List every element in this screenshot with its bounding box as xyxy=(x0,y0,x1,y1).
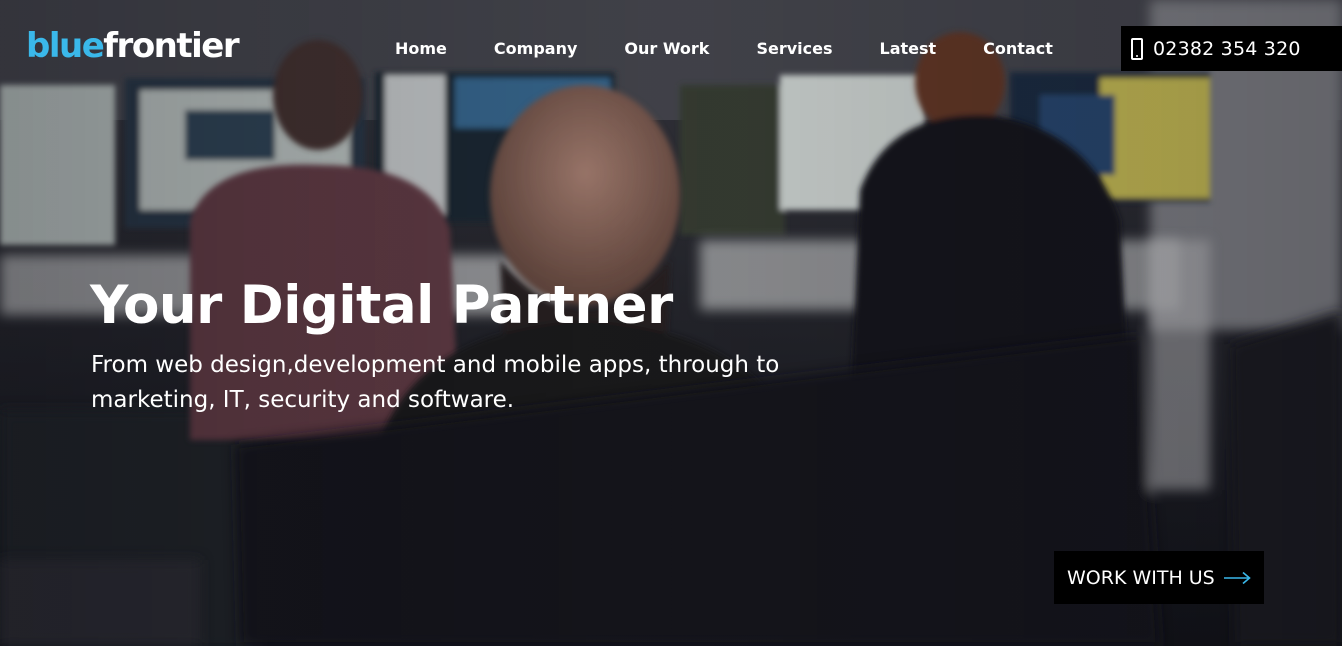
main-nav: Home Company Our Work Services Latest Co… xyxy=(380,38,1085,60)
phone-number: 02382 354 320 xyxy=(1153,37,1301,60)
site-logo[interactable]: blue frontier xyxy=(26,26,240,66)
work-with-us-button[interactable]: WORK WITH US xyxy=(1054,551,1264,604)
nav-home[interactable]: Home xyxy=(380,38,462,60)
cta-label: WORK WITH US xyxy=(1067,566,1215,589)
logo-text-frontier: frontier xyxy=(103,26,239,66)
mobile-phone-icon xyxy=(1131,37,1143,60)
nav-services[interactable]: Services xyxy=(741,38,847,60)
nav-company[interactable]: Company xyxy=(479,38,592,60)
nav-contact[interactable]: Contact xyxy=(968,38,1068,60)
logo-text-blue: blue xyxy=(26,26,105,66)
nav-our-work[interactable]: Our Work xyxy=(609,38,724,60)
hero-subline: From web design,development and mobile a… xyxy=(91,352,780,413)
phone-link[interactable]: 02382 354 320 xyxy=(1121,26,1342,71)
nav-latest[interactable]: Latest xyxy=(865,38,952,60)
hero-headline: Your Digital Partner xyxy=(90,275,673,336)
arrow-right-icon xyxy=(1223,571,1251,584)
